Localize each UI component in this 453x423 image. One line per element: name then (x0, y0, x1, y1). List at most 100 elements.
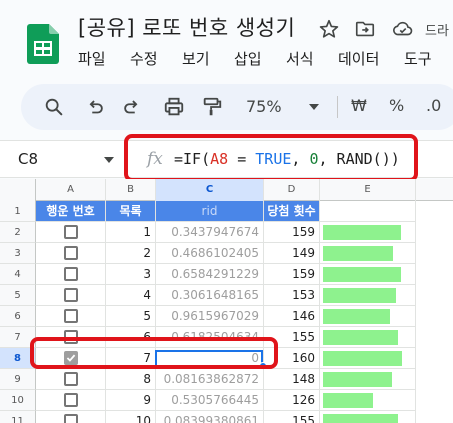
rid-cell[interactable]: 0.3061648165 (156, 285, 264, 306)
select-all-corner[interactable] (0, 179, 36, 201)
percent-format-button[interactable]: % (389, 96, 404, 115)
column-header-b[interactable]: B (106, 179, 156, 201)
star-icon[interactable] (318, 18, 340, 40)
checkbox[interactable] (64, 372, 78, 386)
print-icon[interactable] (163, 96, 185, 118)
row-header[interactable]: 3 (0, 243, 36, 264)
bar-cell[interactable] (320, 327, 416, 348)
bar-cell[interactable] (320, 390, 416, 411)
list-number-cell[interactable]: 5 (106, 306, 156, 327)
checkbox[interactable] (64, 288, 78, 302)
caret-down-icon[interactable] (309, 103, 319, 111)
cloud-saved-icon[interactable] (392, 18, 414, 40)
name-box-caret-icon[interactable] (104, 156, 114, 164)
bar-cell[interactable] (320, 243, 416, 264)
rid-cell[interactable]: 0.6584291229 (156, 264, 264, 285)
column-header-row: A B C D E (0, 179, 453, 201)
list-number-cell[interactable]: 3 (106, 264, 156, 285)
name-box[interactable]: C8 (18, 150, 38, 168)
checkbox-cell[interactable] (36, 222, 106, 243)
checkbox[interactable] (64, 393, 78, 407)
row-header[interactable]: 2 (0, 222, 36, 243)
bar-cell[interactable] (320, 348, 416, 369)
rid-cell[interactable]: 0.3437947674 (156, 222, 264, 243)
list-number-cell[interactable]: 4 (106, 285, 156, 306)
rid-cell[interactable]: 0.4686102405 (156, 243, 264, 264)
win-count-cell[interactable]: 159 (264, 222, 320, 243)
paint-format-icon[interactable] (201, 96, 223, 118)
bar-cell[interactable] (320, 222, 416, 243)
checkbox-cell[interactable] (36, 411, 106, 423)
column-header-d[interactable]: D (264, 179, 320, 201)
header-bar-cell[interactable] (320, 201, 416, 222)
bar-cell[interactable] (320, 285, 416, 306)
row-header[interactable]: 5 (0, 285, 36, 306)
checkbox-cell[interactable] (36, 264, 106, 285)
rid-cell[interactable]: 0.9615967029 (156, 306, 264, 327)
table-row: 5 4 0.3061648165 153 (0, 285, 453, 306)
win-count-cell[interactable]: 148 (264, 369, 320, 390)
checkbox[interactable] (64, 414, 78, 423)
checkbox[interactable] (64, 225, 78, 239)
checkbox[interactable] (64, 246, 78, 260)
win-count-cell[interactable]: 146 (264, 306, 320, 327)
table-row: 9 8 0.08163862872 148 (0, 369, 453, 390)
checkbox-cell[interactable] (36, 369, 106, 390)
row-header[interactable]: 9 (0, 369, 36, 390)
column-header-a[interactable]: A (36, 179, 106, 201)
checkbox-cell[interactable] (36, 285, 106, 306)
document-title[interactable]: [공유] 로또 번호 생성기 (78, 12, 295, 42)
checkbox[interactable] (64, 267, 78, 281)
row-header[interactable]: 6 (0, 306, 36, 327)
search-icon[interactable] (43, 96, 65, 118)
win-count-cell[interactable]: 153 (264, 285, 320, 306)
decrease-decimal-button[interactable]: .0 (426, 96, 441, 115)
header-rid[interactable]: rid (156, 201, 264, 222)
header-win-count[interactable]: 당첨 횟수 (264, 201, 320, 222)
row-header[interactable]: 4 (0, 264, 36, 285)
bar-cell[interactable] (320, 369, 416, 390)
checkbox-cell[interactable] (36, 243, 106, 264)
bar-cell[interactable] (320, 264, 416, 285)
menu-format[interactable]: 서식 (286, 48, 314, 69)
column-header-e[interactable]: E (320, 179, 416, 201)
bar-cell[interactable] (320, 306, 416, 327)
toolbar: 75% ₩ % .0 (21, 84, 453, 130)
row-header[interactable]: 1 (0, 201, 36, 222)
rid-cell[interactable]: 0.5305766445 (156, 390, 264, 411)
win-count-cell[interactable]: 155 (264, 411, 320, 423)
move-folder-icon[interactable] (354, 18, 376, 40)
header-lucky-number[interactable]: 행운 번호 (36, 201, 106, 222)
list-number-cell[interactable]: 2 (106, 243, 156, 264)
rid-cell[interactable]: 0.08163862872 (156, 369, 264, 390)
win-count-cell[interactable]: 159 (264, 264, 320, 285)
currency-format-button[interactable]: ₩ (351, 96, 367, 115)
checkbox-cell[interactable] (36, 390, 106, 411)
menu-insert[interactable]: 삽입 (234, 48, 262, 69)
list-number-cell[interactable]: 1 (106, 222, 156, 243)
redo-icon[interactable] (121, 96, 143, 118)
list-number-cell[interactable]: 10 (106, 411, 156, 423)
menu-tools[interactable]: 도구 (404, 48, 432, 69)
checkbox[interactable] (64, 309, 78, 323)
row-header[interactable]: 10 (0, 390, 36, 411)
win-count-cell[interactable]: 126 (264, 390, 320, 411)
list-number-cell[interactable]: 8 (106, 369, 156, 390)
bar-cell[interactable] (320, 411, 416, 423)
zoom-select[interactable]: 75% (246, 97, 282, 116)
menu-data[interactable]: 데이터 (338, 48, 379, 69)
sheets-logo-icon[interactable] (27, 24, 59, 64)
list-number-cell[interactable]: 9 (106, 390, 156, 411)
menu-edit[interactable]: 수정 (130, 48, 158, 69)
win-count-cell[interactable]: 149 (264, 243, 320, 264)
rid-cell[interactable]: 0.08399380861 (156, 411, 264, 423)
menu-file[interactable]: 파일 (78, 48, 106, 69)
data-bar (323, 414, 398, 423)
row-header[interactable]: 11 (0, 411, 36, 423)
column-header-c[interactable]: C (156, 179, 264, 201)
header-list[interactable]: 목록 (106, 201, 156, 222)
title-bar: [공유] 로또 번호 생성기 드라 파일 수정 보기 삽입 서식 데이터 도구 (0, 0, 453, 80)
menu-view[interactable]: 보기 (182, 48, 210, 69)
undo-icon[interactable] (84, 96, 106, 118)
checkbox-cell[interactable] (36, 306, 106, 327)
